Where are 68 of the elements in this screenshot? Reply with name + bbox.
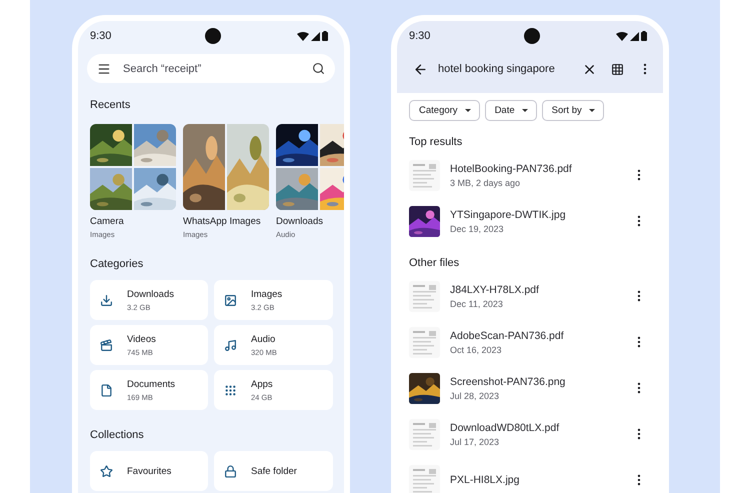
image-icon [224,294,237,306]
signal-icon [311,32,320,40]
file-detail: 3 MB, 2 days ago [450,178,522,188]
file-name: PXL-HI8LX.jpg [450,474,520,486]
file-name: HotelBooking-PAN736.pdf [450,162,573,174]
collection-card[interactable]: Favourites [90,451,208,491]
caret-icon [588,109,595,112]
recent-thumbnail[interactable] [276,124,344,210]
recent-thumbnail[interactable] [90,124,176,210]
file-name: Screenshot-PAN736.png [450,376,566,388]
section-title: Collections [90,428,145,442]
status-time: 9:30 [90,30,112,42]
recent-name: Downloads [276,216,324,227]
category-name: Documents [127,378,176,390]
file-name: YTSingapore-DWTIK.jpg [450,208,567,220]
lock-icon [224,464,237,478]
camera-cutout [205,28,221,44]
document-preview [409,160,440,190]
section-title: Other files [409,256,460,270]
document-preview [409,418,440,450]
search-field[interactable]: hotel booking singapore [438,63,566,75]
category-name: Downloads [127,288,174,300]
battery-icon [322,31,328,41]
document-icon [100,384,113,396]
star-icon [100,464,113,478]
menu-icon[interactable] [97,62,111,76]
category-name: Apps [251,378,273,390]
collection-name: Favourites [127,466,172,476]
collection-card[interactable]: Safe folder [214,451,333,491]
filter-chip[interactable]: Sort by [542,100,604,121]
wifi-icon [297,32,309,40]
file-detail: Jul 28, 2023 [450,390,500,400]
music-note-icon [224,338,237,352]
camera-cutout [524,28,540,44]
document-preview [409,326,440,358]
file-detail: Dec 19, 2023 [450,224,505,234]
search-field[interactable]: Search “receipt” [123,62,300,74]
recent-thumbnail[interactable] [183,124,269,210]
file-detail: Jul 17, 2023 [450,436,500,446]
section-title: Top results [409,135,464,149]
caret-icon [464,109,471,112]
file-name: J84LXY-H78LX.pdf [450,284,540,296]
recent-name: Camera [90,216,125,227]
file-name: DownloadWD80tLX.pdf [450,422,560,434]
grid-icon [611,62,624,76]
search-icon[interactable] [312,62,325,75]
battery-icon [641,31,647,41]
wifi-icon [616,32,628,40]
file-name: AdobeScan-PAN736.pdf [450,330,565,342]
dot-grid-icon [224,384,237,396]
signal-icon [630,32,639,40]
category-name: Videos [127,334,156,344]
file-detail: Oct 16, 2023 [450,344,503,354]
download-icon [100,294,113,306]
search-bar[interactable]: Search “receipt” [87,54,335,83]
caret-icon [522,109,528,112]
filter-chip[interactable]: Category [409,100,480,121]
category-name: Audio [251,334,276,344]
clapperboard-icon [100,338,113,352]
filter-chip[interactable]: Date [484,100,537,121]
section-title: Categories [90,257,144,271]
section-title: Recents [90,98,132,112]
status-time: 9:30 [409,30,430,42]
recent-name: WhatsApp Images [183,216,262,227]
file-detail: Dec 11, 2023 [450,298,504,308]
category-name: Images [251,288,282,300]
collection-name: Safe folder [251,466,297,476]
document-preview [409,280,440,312]
